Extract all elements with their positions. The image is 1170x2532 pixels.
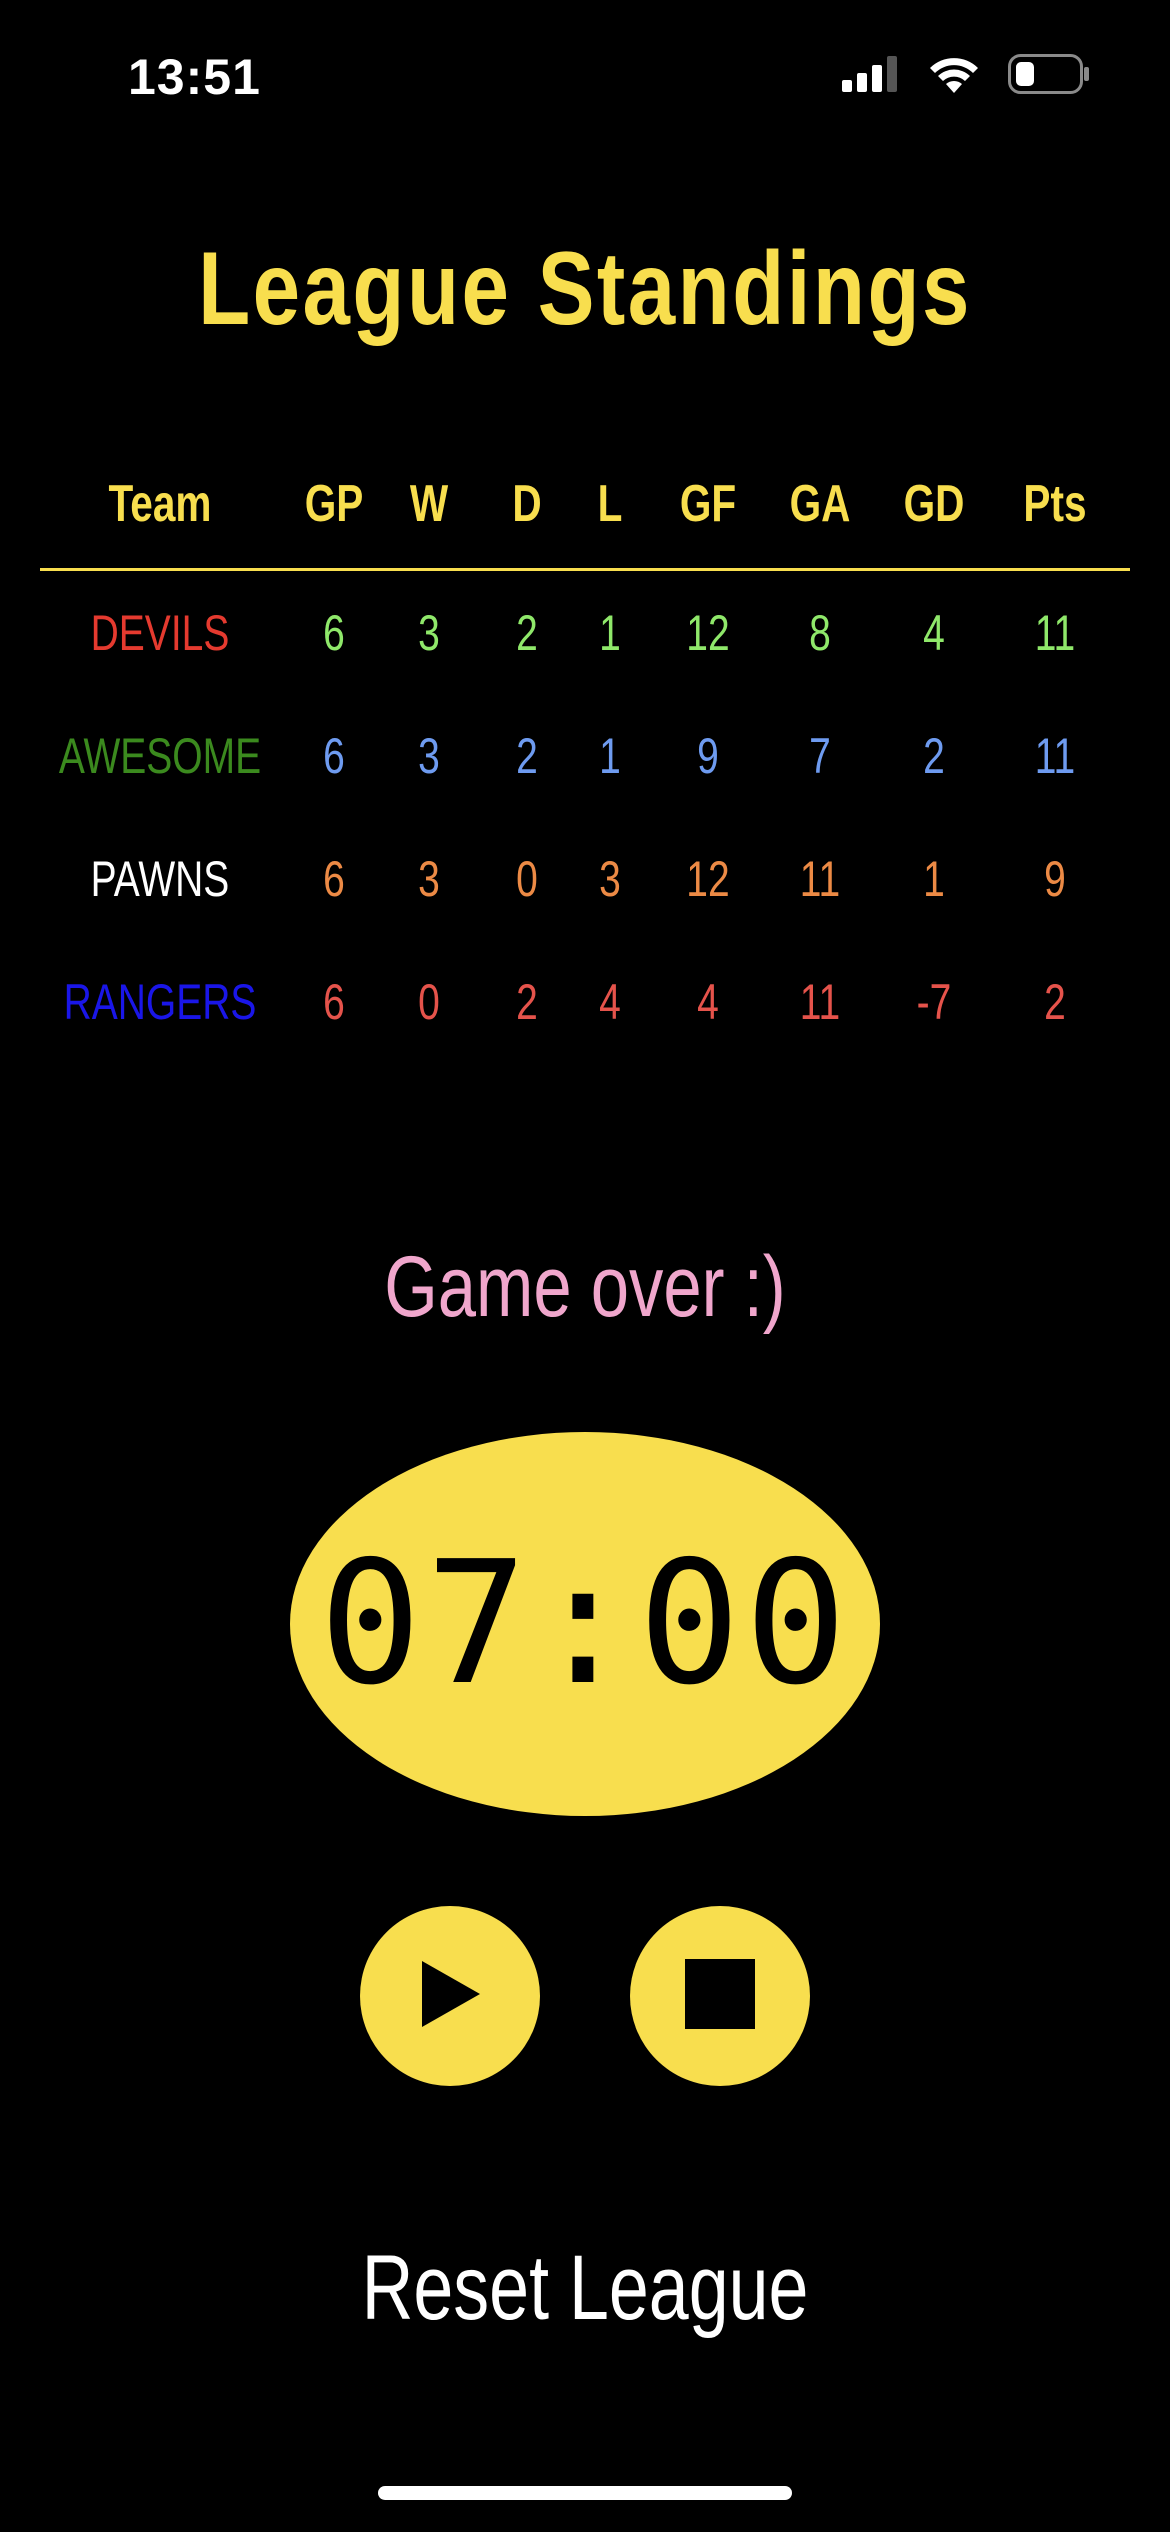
stat-gf: 12 [686, 850, 730, 907]
stat-gp: 6 [323, 973, 345, 1030]
table-row: AWESOME 6 3 2 1 9 7 2 11 [40, 694, 1130, 817]
header-w: W [409, 475, 449, 533]
stat-pts: 11 [1034, 727, 1076, 784]
stat-w: 3 [418, 850, 440, 907]
home-indicator[interactable] [378, 2486, 792, 2500]
status-time: 13:51 [128, 49, 261, 105]
stat-gf: 9 [697, 727, 719, 784]
stat-gd: 1 [923, 850, 945, 907]
stat-w: 3 [418, 604, 440, 661]
header-gf: GF [679, 475, 737, 533]
team-name: PAWNS [90, 850, 230, 907]
team-name: RANGERS [63, 973, 257, 1030]
stat-ga: 11 [799, 850, 841, 907]
cellular-signal-icon [842, 56, 900, 97]
stat-d: 2 [516, 727, 538, 784]
stat-w: 0 [418, 973, 440, 1030]
stat-d: 2 [516, 973, 538, 1030]
header-pts: Pts [1023, 475, 1087, 533]
standings-body: DEVILS 6 3 2 1 12 8 4 11 AWESOME 6 3 2 1 9 7 2 11 PAWNS 6 3 0… [40, 571, 1130, 1063]
stat-d: 2 [516, 604, 538, 661]
standings-table: Team GP W D L GF GA GD Pts DEVILS 6 3 2 1 12 8… [40, 460, 1130, 1063]
table-row: DEVILS 6 3 2 1 12 8 4 11 [40, 571, 1130, 694]
header-gp: GP [304, 475, 364, 533]
stop-icon [685, 1958, 755, 2034]
stat-gf: 4 [697, 973, 719, 1030]
stat-ga: 7 [809, 727, 831, 784]
page-title: League Standings [198, 231, 972, 347]
stat-d: 0 [516, 850, 538, 907]
stat-l: 1 [599, 604, 621, 661]
stat-gf: 12 [686, 604, 730, 661]
reset-league-button[interactable]: Reset League [129, 2236, 1042, 2341]
team-name: AWESOME [58, 727, 262, 784]
stat-l: 3 [599, 850, 621, 907]
timer-display: 07:00 [290, 1432, 880, 1816]
team-name: DEVILS [90, 604, 230, 661]
standings-header-row: Team GP W D L GF GA GD Pts [40, 460, 1130, 571]
stat-pts: 11 [1034, 604, 1076, 661]
stat-pts: 9 [1044, 850, 1066, 907]
timer-text: 07:00 [319, 1525, 851, 1723]
stat-ga: 11 [799, 973, 841, 1030]
status-icons [842, 54, 1090, 99]
stat-ga: 8 [809, 604, 831, 661]
stat-gp: 6 [323, 604, 345, 661]
stat-pts: 2 [1044, 973, 1066, 1030]
stat-gp: 6 [323, 727, 345, 784]
table-row: RANGERS 6 0 2 4 4 11 -7 2 [40, 940, 1130, 1063]
stat-gd: 2 [923, 727, 945, 784]
play-icon [418, 1959, 482, 2034]
header-l: L [597, 475, 623, 533]
status-bar: 13:51 [0, 0, 1170, 150]
stat-gd: -7 [916, 973, 952, 1030]
header-team: Team [108, 475, 212, 533]
header-gd: GD [903, 475, 965, 533]
stat-l: 1 [599, 727, 621, 784]
stat-l: 4 [599, 973, 621, 1030]
header-d: D [512, 475, 542, 533]
stat-gp: 6 [323, 850, 345, 907]
stat-gd: 4 [923, 604, 945, 661]
stop-button[interactable] [630, 1906, 810, 2086]
header-ga: GA [789, 475, 851, 533]
stat-w: 3 [418, 727, 440, 784]
battery-icon [1008, 54, 1090, 99]
wifi-icon [928, 55, 980, 98]
play-button[interactable] [360, 1906, 540, 2086]
game-status: Game over :) [384, 1239, 786, 1335]
table-row: PAWNS 6 3 0 3 12 11 1 9 [40, 817, 1130, 940]
